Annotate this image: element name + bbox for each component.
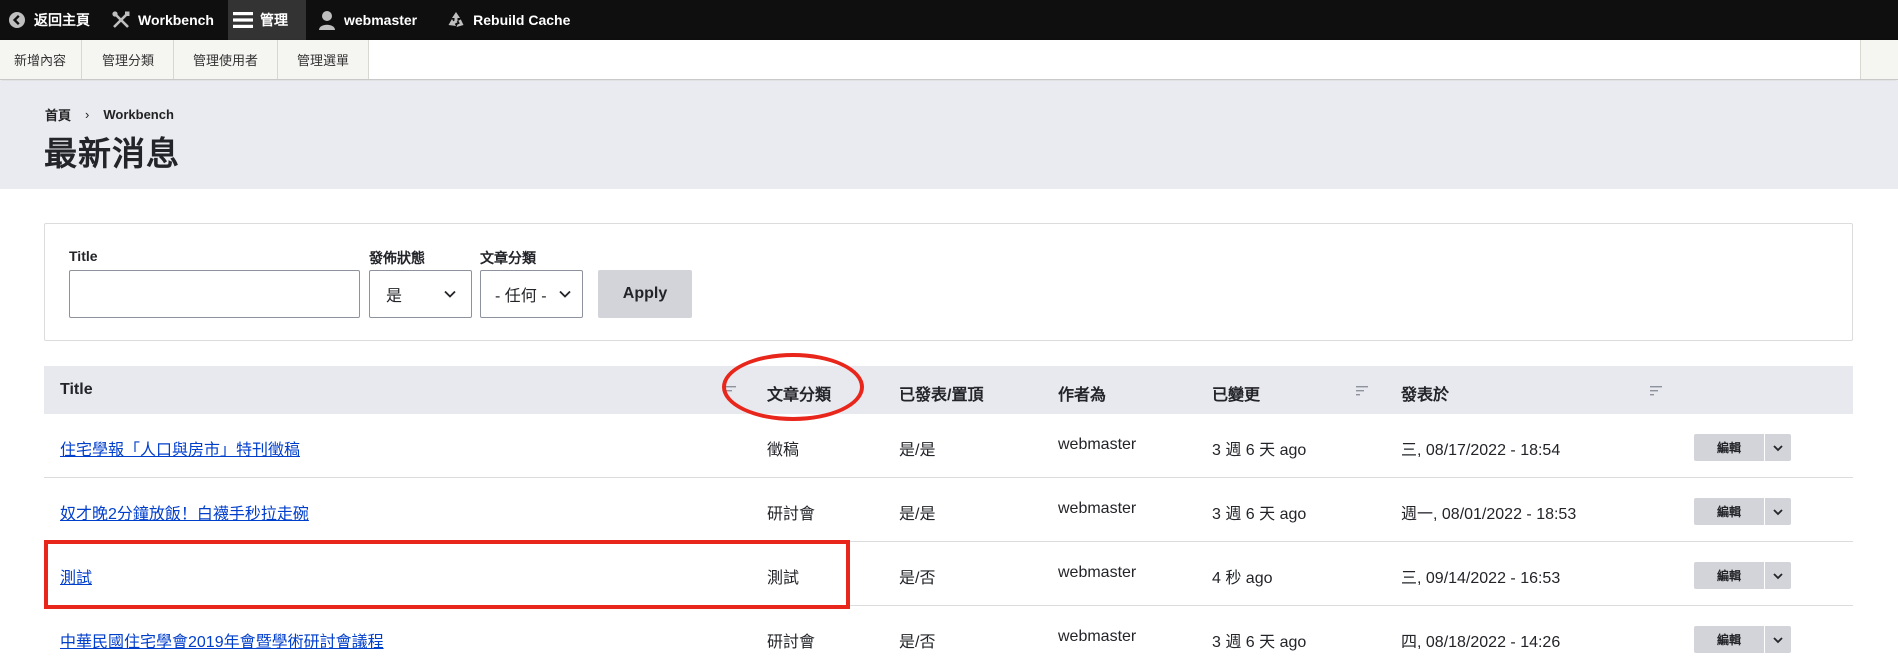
category-filter-select[interactable]: - 任何 - — [480, 270, 583, 318]
toolbar-rebuild-cache-label: Rebuild Cache — [473, 12, 571, 28]
row-category: 徵稿 — [767, 442, 800, 459]
column-header-title[interactable]: Title — [60, 381, 93, 399]
row-posted: 四, 08/18/2022 - 14:26 — [1401, 634, 1561, 651]
row-operations-dropbutton: 編輯 — [1694, 434, 1791, 461]
row-changed: 4 秒 ago — [1212, 570, 1273, 587]
admin-toolbar: 返回主頁 Workbench 管理 webmaster Rebuild Cach… — [0, 0, 1898, 40]
column-header-author: 作者為 — [1058, 387, 1107, 404]
filter-form: Title 發佈狀態 是 文章分類 - 任何 - Apply — [44, 223, 1853, 341]
status-filter-label: 發佈狀態 — [369, 250, 425, 266]
sort-icon — [1356, 386, 1368, 396]
operations-toggle-button[interactable] — [1765, 562, 1791, 589]
row-author: webmaster — [1058, 500, 1137, 517]
edit-button[interactable]: 編輯 — [1694, 434, 1764, 461]
chevron-down-icon — [1773, 636, 1783, 643]
user-icon — [316, 9, 338, 31]
status-filter-select[interactable]: 是 — [369, 270, 472, 318]
back-circle-icon — [6, 9, 28, 31]
toolbar-manage[interactable]: 管理 — [227, 0, 306, 40]
row-posted: 週一, 08/01/2022 - 18:53 — [1401, 506, 1577, 523]
toolbar-rebuild-cache[interactable]: Rebuild Cache — [431, 0, 584, 40]
category-filter-label: 文章分類 — [480, 250, 536, 266]
apply-button[interactable]: Apply — [598, 270, 692, 318]
column-header-published: 已發表/置頂 — [899, 387, 984, 404]
toolbar-manage-label: 管理 — [259, 12, 288, 28]
row-category: 研討會 — [767, 506, 816, 523]
toolbar-user[interactable]: webmaster — [306, 0, 431, 40]
category-filter-value: - 任何 - — [495, 288, 547, 305]
row-title-link[interactable]: 奴才晚2分鐘放飯！白襪手秒拉走碗 — [60, 500, 309, 524]
operations-toggle-button[interactable] — [1765, 434, 1791, 461]
table-row: 住宅學報「人口與房市」特刊徵稿 徵稿 是/是 webmaster 3 週 6 天… — [44, 414, 1853, 478]
toolbar-back-home-label: 返回主頁 — [34, 12, 90, 28]
breadcrumb: 首頁 › Workbench — [45, 105, 174, 124]
tray-item-manage-taxonomy[interactable]: 管理分類 — [82, 40, 175, 79]
page-header: 首頁 › Workbench 最新消息 — [0, 81, 1898, 189]
row-author: webmaster — [1058, 628, 1137, 645]
toolbar-back-home[interactable]: 返回主頁 — [0, 0, 104, 40]
tray-item-manage-menus[interactable]: 管理選單 — [278, 40, 370, 79]
table-header: Title 文章分類 已發表/置頂 作者為 已變更 發表於 — [44, 366, 1853, 414]
row-operations-dropbutton: 編輯 — [1694, 626, 1791, 653]
row-changed: 3 週 6 天 ago — [1212, 442, 1307, 459]
row-title-link[interactable]: 中華民國住宅學會2019年會暨學術研討會議程 — [60, 628, 384, 652]
table-row: 奴才晚2分鐘放飯！白襪手秒拉走碗 研討會 是/是 webmaster 3 週 6… — [44, 478, 1853, 542]
annotation-box-test-row — [44, 540, 850, 609]
row-changed: 3 週 6 天 ago — [1212, 634, 1307, 651]
content-table: Title 文章分類 已發表/置頂 作者為 已變更 發表於 住宅學報「人口與房市… — [44, 366, 1853, 670]
row-posted: 三, 08/17/2022 - 18:54 — [1401, 442, 1561, 459]
row-published: 是/是 — [899, 442, 936, 459]
status-filter-value: 是 — [386, 288, 403, 305]
edit-button[interactable]: 編輯 — [1694, 562, 1764, 589]
breadcrumb-separator: › — [85, 107, 90, 122]
menu-icon — [232, 9, 254, 31]
operations-toggle-button[interactable] — [1765, 498, 1791, 525]
annotation-circle-category-header — [722, 353, 864, 421]
chevron-down-icon — [1773, 444, 1783, 451]
row-operations-dropbutton: 編輯 — [1694, 562, 1791, 589]
row-author: webmaster — [1058, 564, 1137, 581]
toolbar-workbench-label: Workbench — [138, 12, 214, 28]
tray-orientation-toggle[interactable] — [1860, 40, 1898, 79]
tray-item-manage-users[interactable]: 管理使用者 — [174, 40, 279, 79]
tools-icon — [110, 9, 132, 31]
row-published: 是/否 — [899, 634, 936, 651]
title-filter-input[interactable] — [69, 270, 360, 318]
chevron-down-icon — [559, 290, 571, 298]
operations-toggle-button[interactable] — [1765, 626, 1791, 653]
tray-item-add-content[interactable]: 新增內容 — [0, 40, 83, 79]
toolbar-tray: 新增內容 管理分類 管理使用者 管理選單 — [0, 40, 1898, 80]
chevron-down-icon — [1773, 572, 1783, 579]
row-operations-dropbutton: 編輯 — [1694, 498, 1791, 525]
chevron-down-icon — [444, 290, 456, 298]
row-changed: 3 週 6 天 ago — [1212, 506, 1307, 523]
page-title: 最新消息 — [44, 135, 180, 172]
table-row: 中華民國住宅學會2019年會暨學術研討會議程 研討會 是/否 webmaster… — [44, 606, 1853, 670]
row-posted: 三, 09/14/2022 - 16:53 — [1401, 570, 1561, 587]
toolbar-user-label: webmaster — [343, 12, 418, 28]
row-published: 是/否 — [899, 570, 936, 587]
title-filter-label: Title — [69, 248, 98, 264]
edit-button[interactable]: 編輯 — [1694, 626, 1764, 653]
breadcrumb-home[interactable]: 首頁 — [45, 105, 71, 124]
column-header-changed[interactable]: 已變更 — [1212, 381, 1260, 405]
row-author: webmaster — [1058, 436, 1137, 453]
row-title-link[interactable]: 住宅學報「人口與房市」特刊徵稿 — [60, 436, 300, 460]
chevron-down-icon — [1773, 508, 1783, 515]
sort-icon — [1650, 386, 1662, 396]
column-header-posted[interactable]: 發表於 — [1401, 381, 1449, 405]
edit-button[interactable]: 編輯 — [1694, 498, 1764, 525]
row-category: 研討會 — [767, 634, 816, 651]
recycle-icon — [445, 9, 467, 31]
breadcrumb-current[interactable]: Workbench — [103, 107, 174, 122]
row-published: 是/是 — [899, 506, 936, 523]
toolbar-workbench[interactable]: Workbench — [104, 0, 228, 40]
